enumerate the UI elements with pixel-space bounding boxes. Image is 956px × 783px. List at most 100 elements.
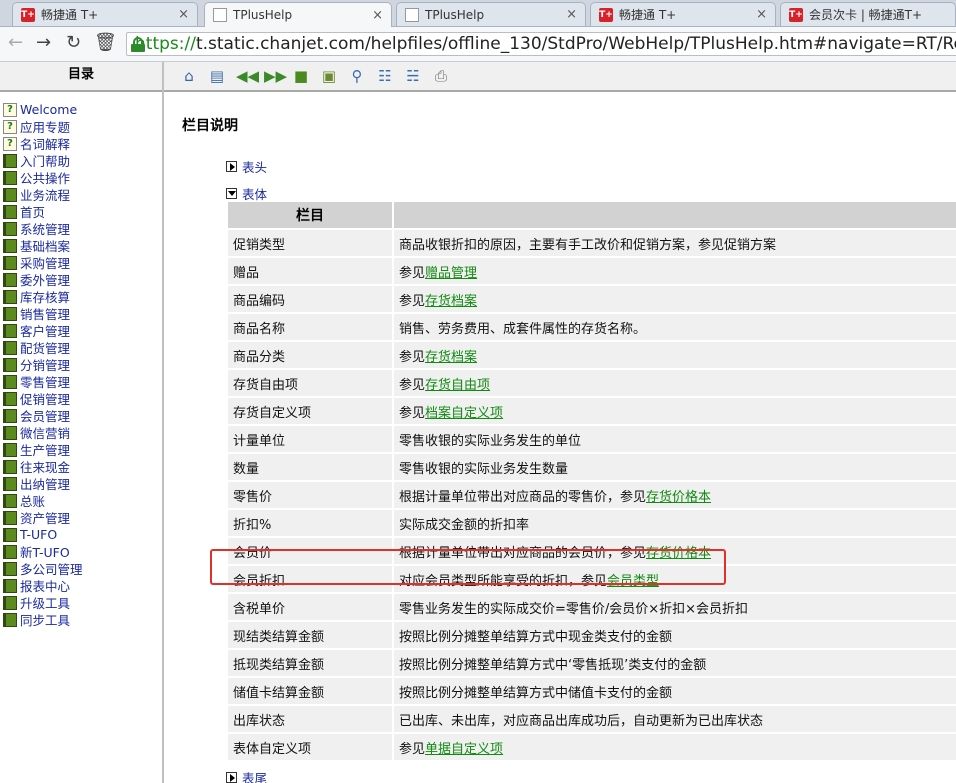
toc-item[interactable]: 首页 [3,203,83,220]
toc-item[interactable]: 升级工具 [3,594,83,611]
close-icon[interactable]: × [372,8,383,23]
browser-tab-4[interactable]: T+ 畅捷通 T+ × [590,2,776,26]
toc-item[interactable]: ? Welcome [3,101,83,118]
toc-item[interactable]: 资产管理 [3,509,83,526]
toc-item-label: 同步工具 [20,613,71,628]
trash-icon[interactable]: 🗑 [94,33,117,53]
reference-link[interactable]: 存货价格本 [646,490,711,505]
toc-item[interactable]: 公共操作 [3,169,83,186]
description-text: 参见 [399,405,426,421]
reference-link[interactable]: 赠品管理 [425,266,477,281]
book-icon [3,153,17,168]
prev-icon[interactable]: ◀◀ [236,67,259,85]
toc-item[interactable]: 客户管理 [3,322,83,339]
reference-link[interactable]: 档案自定义项 [425,406,503,421]
field-name: 商品名称 [228,314,392,340]
home-icon[interactable]: ⌂ [180,67,198,85]
book-icon [3,408,17,423]
document-icon[interactable]: ▣ [320,67,338,85]
toc-item[interactable]: 出纳管理 [3,475,83,492]
reference-link[interactable]: 存货档案 [425,294,477,309]
toc-item[interactable]: 促销管理 [3,390,83,407]
field-name: 赠品 [228,258,392,284]
toc-item[interactable]: 报表中心 [3,577,83,594]
field-description: 参见档案自定义项 [394,398,956,424]
tplus-logo-icon: T+ [599,7,613,22]
toc-item[interactable]: ? 应用专题 [3,118,83,135]
toc-item[interactable]: 总账 [3,492,83,509]
table-row: 计量单位 零售收银的实际业务发生的单位 [228,426,956,452]
toc-item[interactable]: 微信营销 [3,424,83,441]
address-bar[interactable]: https:// t.static.chanjet.com/helpfiles/… [126,32,956,56]
table-row: 存货自由项 参见存货自由项 [228,370,956,396]
description-text: 零售收银的实际业务发生数量 [399,461,569,477]
toc-item[interactable]: 生产管理 [3,441,83,458]
description-text: 商品收银折扣的原因，主要有手工改价和促销方案，参见促销方案 [399,237,777,253]
book-icon [3,170,17,185]
description-text: 根据计量单位带出对应商品的零售价，参见 [399,489,647,505]
tplus-logo-icon: T+ [21,7,35,22]
description-text: 零售业务发生的实际成交价=零售价/会员价×折扣×会员折扣 [399,601,749,617]
monitor-icon[interactable]: ▤ [208,67,226,85]
browser-tab-3[interactable]: TPlusHelp × [396,2,586,26]
close-icon[interactable]: × [178,7,189,22]
back-arrow-icon[interactable]: ← [8,33,23,53]
book-icon [3,459,17,474]
toc-list: ? Welcome? 应用专题? 名词解释 入门帮助 公共操作 业务流程 首页 系统管理 基础档案… [3,101,83,628]
book-icon[interactable]: ■ [292,67,310,85]
collapse-icon[interactable]: ☵ [404,67,422,85]
toc-item[interactable]: T-UFO [3,526,83,543]
toc-item[interactable]: 会员管理 [3,407,83,424]
book-icon [3,493,17,508]
toc-item[interactable]: ? 名词解释 [3,135,83,152]
field-name: 数量 [228,454,392,480]
next-icon[interactable]: ▶▶ [264,67,287,85]
search-icon[interactable]: ⚲ [348,67,366,85]
toc-item[interactable]: 分销管理 [3,356,83,373]
book-icon [3,306,17,321]
toc-item[interactable]: 配货管理 [3,339,83,356]
reload-icon[interactable]: ↻ [66,33,81,53]
toc-item[interactable]: 新T-UFO [3,543,83,560]
browser-tab-2[interactable]: TPlusHelp × [204,2,392,27]
toc-item[interactable]: 入门帮助 [3,152,83,169]
table-row: 商品名称 销售、劳务费用、成套件属性的存货名称。 [228,314,956,340]
section-header-toggle[interactable]: 表头 [226,157,267,176]
section-label: 表尾 [242,771,268,783]
print-icon[interactable]: ⎙ [432,67,450,85]
book-icon [3,357,17,372]
field-name: 折扣% [228,510,392,536]
browser-tab-1[interactable]: T+ 畅捷通 T+ × [12,2,198,26]
book-icon [3,255,17,270]
toc-item[interactable]: 基础档案 [3,237,83,254]
sync-toc-icon[interactable]: ☷ [376,67,394,85]
toc-item[interactable]: 同步工具 [3,611,83,628]
toc-item[interactable]: 销售管理 [3,305,83,322]
book-icon [3,204,17,219]
browser-tab-5[interactable]: T+ 会员次卡 | 畅捷通T+ [780,2,956,26]
table-row: 商品分类 参见存货档案 [228,342,956,368]
section-label: 表头 [242,160,268,175]
reference-link[interactable]: 存货自由项 [425,378,490,393]
close-icon[interactable]: × [756,7,767,22]
book-icon [3,323,17,338]
toc-item[interactable]: 多公司管理 [3,560,83,577]
toc-item[interactable]: 往来现金 [3,458,83,475]
help-page-icon: ? [3,102,17,117]
close-icon[interactable]: × [566,7,577,22]
field-description: 参见存货自由项 [394,370,956,396]
reference-link[interactable]: 存货档案 [425,350,477,365]
section-footer-toggle[interactable]: 表尾 [226,768,267,783]
toc-item[interactable]: 采购管理 [3,254,83,271]
reference-link[interactable]: 单据自定义项 [425,742,503,757]
book-icon [3,221,17,236]
forward-arrow-icon[interactable]: → [36,33,51,53]
toc-item[interactable]: 系统管理 [3,220,83,237]
toc-item[interactable]: 库存核算 [3,288,83,305]
description-text: 按照比例分摊整单结算方式中现金类支付的金额 [399,629,673,645]
toc-item[interactable]: 业务流程 [3,186,83,203]
toc-item[interactable]: 零售管理 [3,373,83,390]
description-text: 按照比例分摊整单结算方式中储值卡支付的金额 [399,685,673,701]
toc-item[interactable]: 委外管理 [3,271,83,288]
help-toolbar: ⌂ ▤ ◀◀ ▶▶ ■ ▣ ⚲ ☷ ☵ ⎙ [164,62,956,92]
